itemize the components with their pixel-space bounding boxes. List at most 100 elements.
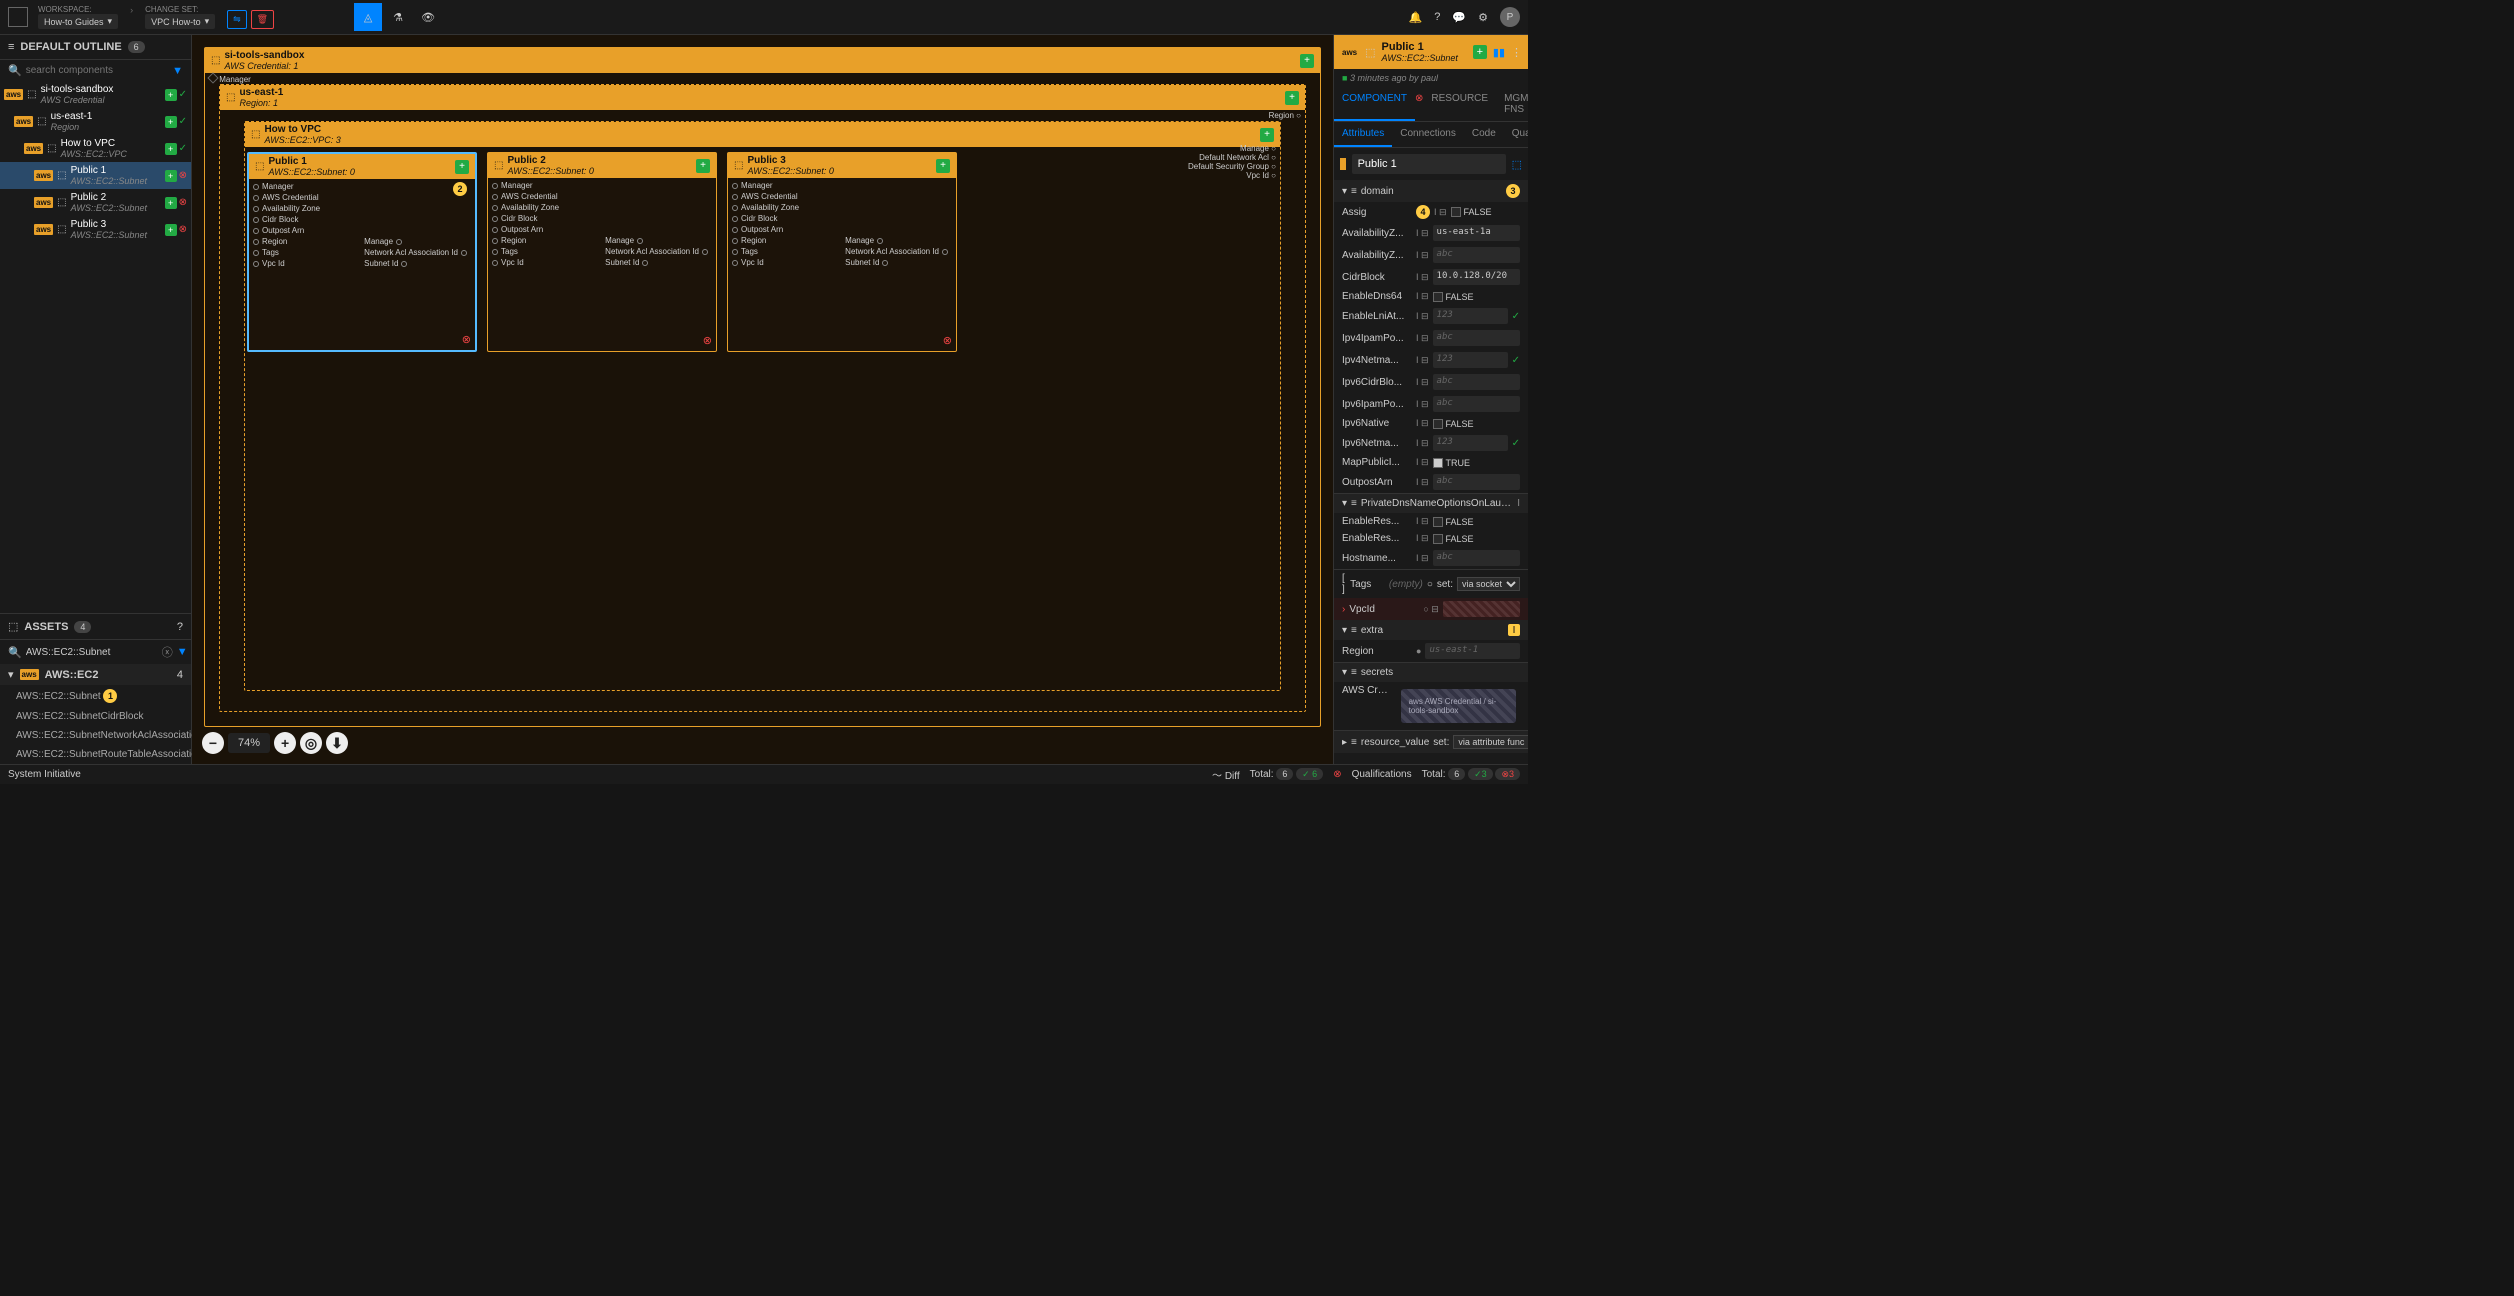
attr-input[interactable]: abc xyxy=(1433,474,1520,490)
outline-item[interactable]: aws⬚Public 3AWS::EC2::Subnet+⊗ xyxy=(0,216,191,243)
checkbox[interactable] xyxy=(1433,458,1443,468)
collapse-icon[interactable]: ≡ xyxy=(8,41,14,53)
checkbox[interactable] xyxy=(1433,534,1443,544)
attr-input[interactable]: 123 xyxy=(1433,308,1508,324)
chevron-down-icon[interactable]: ▾ xyxy=(1342,498,1347,509)
diff-icon[interactable]: ～ Diff xyxy=(1212,767,1240,782)
subtab-code[interactable]: Code xyxy=(1464,122,1504,147)
outline-item[interactable]: aws⬚us-east-1Region+✓ xyxy=(0,108,191,135)
error-icon[interactable]: ⊗ xyxy=(1333,769,1341,780)
discord-icon[interactable]: 💬 xyxy=(1452,11,1466,24)
outline-search-input[interactable] xyxy=(26,65,168,76)
download-icon[interactable]: ⬇ xyxy=(326,732,348,754)
subtab-attributes[interactable]: Attributes xyxy=(1334,122,1392,147)
tags-set-dropdown[interactable]: via socket xyxy=(1457,577,1520,591)
more-icon[interactable]: ⋮ xyxy=(1511,46,1522,59)
rv-dropdown[interactable]: via attribute func xyxy=(1453,735,1528,749)
attr-input[interactable]: abc xyxy=(1433,330,1520,346)
secret-value[interactable]: aws AWS Credential / si-tools-sandbox xyxy=(1401,689,1516,723)
vpcid-input[interactable] xyxy=(1443,601,1520,617)
color-swatch[interactable] xyxy=(1340,158,1346,170)
avatar[interactable]: P xyxy=(1500,7,1520,27)
help-icon[interactable]: ? xyxy=(1434,11,1440,23)
gear-icon[interactable]: ⚙ xyxy=(1478,11,1488,24)
merge-icon[interactable]: ⇋ xyxy=(227,10,247,29)
lab-view-icon[interactable]: ⚗ xyxy=(384,3,412,31)
subtab-connections[interactable]: Connections xyxy=(1392,122,1464,147)
bell-icon[interactable]: 🔔 xyxy=(1409,11,1423,24)
view-icon[interactable]: 👁 xyxy=(414,3,442,31)
attr-input[interactable]: 123 xyxy=(1433,435,1508,451)
chevron-down-icon: ▾ xyxy=(205,16,210,27)
tab-component[interactable]: COMPONENT xyxy=(1334,87,1415,121)
workspace-dropdown[interactable]: How-to Guides ▾ xyxy=(38,14,118,29)
zoom-out-button[interactable]: − xyxy=(202,732,224,754)
outline-item[interactable]: aws⬚Public 1AWS::EC2::Subnet+⊗ xyxy=(0,162,191,189)
add-icon[interactable]: + xyxy=(696,159,710,173)
trash-icon[interactable]: 🗑 xyxy=(251,10,274,29)
asset-item[interactable]: AWS::EC2::SubnetNetworkAclAssociation xyxy=(0,726,191,745)
zoom-in-button[interactable]: + xyxy=(274,732,296,754)
attr-input[interactable]: abc xyxy=(1433,396,1520,412)
asset-item[interactable]: AWS::EC2::SubnetRouteTableAssociation xyxy=(0,745,191,764)
outline-item[interactable]: aws⬚How to VPCAWS::EC2::VPC+✓ xyxy=(0,135,191,162)
chevron-down-icon[interactable]: ▾ xyxy=(1342,667,1347,678)
chevron-down-icon[interactable]: ▾ xyxy=(1342,625,1347,636)
attr-input[interactable]: abc xyxy=(1433,374,1520,390)
model-view-icon[interactable]: ◬ xyxy=(354,3,382,31)
add-icon[interactable]: + xyxy=(1473,45,1487,59)
tab-mgmt[interactable]: MGMT FNS xyxy=(1496,87,1528,121)
checkbox[interactable] xyxy=(1451,207,1461,217)
subnet-frame[interactable]: ⬚Public 2AWS::EC2::Subnet: 0+ManagerAWS … xyxy=(487,152,717,352)
add-icon[interactable]: + xyxy=(455,160,469,174)
attr-input[interactable]: abc xyxy=(1433,247,1520,263)
subnet-header[interactable]: ⬚Public 2AWS::EC2::Subnet: 0+ xyxy=(488,153,716,178)
outline-item[interactable]: aws⬚si-tools-sandboxAWS Credential+✓ xyxy=(0,81,191,108)
asset-search-input[interactable] xyxy=(26,647,158,658)
clear-icon[interactable]: ⓧ xyxy=(162,644,173,660)
changeset-dropdown[interactable]: VPC How-to ▾ xyxy=(145,14,215,29)
asset-item[interactable]: AWS::EC2::Subnet 1 xyxy=(0,685,191,707)
app-logo[interactable] xyxy=(8,7,28,27)
asset-group[interactable]: ▾ aws AWS::EC2 4 xyxy=(0,664,191,685)
checkbox[interactable] xyxy=(1433,292,1443,302)
add-icon[interactable]: + xyxy=(936,159,950,173)
attr-row: MapPublicI...I ⊟TRUE xyxy=(1334,454,1528,471)
frame-type-icon[interactable]: ⬚ xyxy=(1512,158,1522,171)
component-name-input[interactable] xyxy=(1352,154,1506,174)
filter-icon[interactable]: ▼ xyxy=(177,646,188,658)
subnet-frame[interactable]: ⬚Public 1AWS::EC2::Subnet: 0+ManagerAWS … xyxy=(247,152,477,352)
frame-icon: ⬚ xyxy=(211,55,220,66)
add-icon[interactable]: + xyxy=(1300,54,1314,68)
filter-icon[interactable]: ▼ xyxy=(172,65,183,77)
error-icon: ⊗ xyxy=(943,334,952,347)
attr-row: Ipv6IpamPo...I ⊟abc xyxy=(1334,393,1528,415)
info-icon[interactable]: ? xyxy=(177,621,183,633)
frame-vpc-header[interactable]: ⬚ How to VPC AWS::EC2::VPC: 3 + xyxy=(245,122,1280,147)
subnet-frame[interactable]: ⬚Public 3AWS::EC2::Subnet: 0+ManagerAWS … xyxy=(727,152,957,352)
attr-input[interactable]: 123 xyxy=(1433,352,1508,368)
chevron-down-icon[interactable]: ▾ xyxy=(1342,186,1347,197)
outline-item[interactable]: aws⬚Public 2AWS::EC2::Subnet+⊗ xyxy=(0,189,191,216)
frame-sandbox-header[interactable]: ⬚ si-tools-sandbox AWS Credential: 1 + xyxy=(205,48,1320,73)
error-icon: ⊗ xyxy=(462,333,471,346)
search-icon: 🔍 xyxy=(8,64,22,77)
tab-resource[interactable]: RESOURCE xyxy=(1423,87,1496,121)
checkbox[interactable] xyxy=(1433,517,1443,527)
zoom-fit-button[interactable]: ◎ xyxy=(300,732,322,754)
attr-input[interactable]: us-east-1a xyxy=(1433,225,1520,241)
outline-title: DEFAULT OUTLINE xyxy=(20,41,121,53)
check-icon: ✓ xyxy=(1512,355,1520,366)
asset-item[interactable]: AWS::EC2::SubnetCidrBlock xyxy=(0,707,191,726)
frame-region-header[interactable]: ⬚ us-east-1 Region: 1 + xyxy=(220,85,1305,110)
subtab-qual[interactable]: Qualificati xyxy=(1504,122,1528,147)
chevron-right-icon[interactable]: ▸ xyxy=(1342,737,1347,748)
checkbox[interactable] xyxy=(1433,419,1443,429)
subnet-header[interactable]: ⬚Public 3AWS::EC2::Subnet: 0+ xyxy=(728,153,956,178)
attr-input[interactable]: abc xyxy=(1433,550,1520,566)
add-icon[interactable]: + xyxy=(1285,91,1299,105)
add-icon[interactable]: + xyxy=(1260,128,1274,142)
attr-input[interactable]: 10.0.128.0/20 xyxy=(1433,269,1520,285)
subnet-header[interactable]: ⬚Public 1AWS::EC2::Subnet: 0+ xyxy=(249,154,475,179)
panel-icon[interactable]: ▮▮ xyxy=(1493,46,1505,59)
